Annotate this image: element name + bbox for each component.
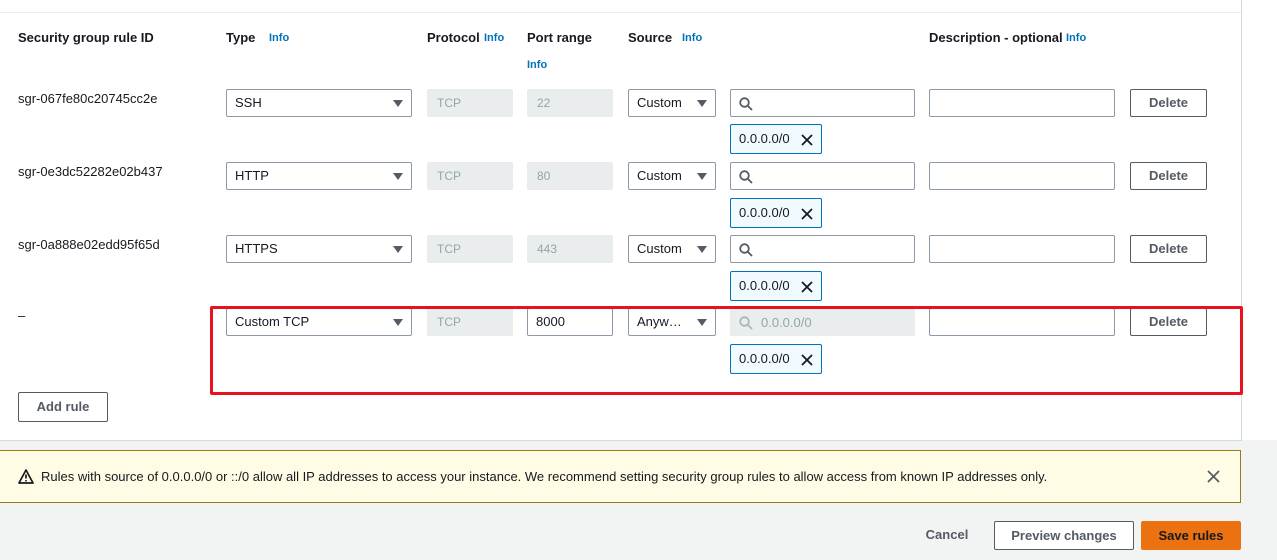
source-type-value: Custom [637,95,682,110]
source-type-value: Custom [637,241,682,256]
delete-button[interactable]: Delete [1130,162,1207,190]
protocol-field: TCP [427,162,513,190]
search-icon [739,97,753,111]
caret-down-icon [697,173,707,180]
header-port-range: Port range [527,30,593,45]
type-select[interactable]: HTTP [226,162,412,190]
remove-token-icon[interactable] [801,134,813,146]
description-input[interactable] [929,162,1115,190]
caret-down-icon [393,100,403,107]
header-type: Type [226,30,256,45]
type-select-value: HTTP [235,168,269,183]
warning-text: Rules with source of 0.0.0.0/0 or ::/0 a… [41,469,1048,484]
caret-down-icon [393,246,403,253]
search-icon [739,243,753,257]
source-search-input[interactable] [730,235,915,263]
cidr-token-value: 0.0.0.0/0 [739,131,790,146]
header-description: Description - optional [929,30,1063,45]
protocol-info-link[interactable]: Info [484,32,504,44]
cidr-token: 0.0.0.0/0 [730,124,822,154]
source-type-select[interactable]: Custom [628,89,716,117]
save-rules-button[interactable]: Save rules [1141,521,1241,550]
delete-button[interactable]: Delete [1130,235,1207,263]
highlight-box [210,306,1243,395]
port-range-field: 80 [527,162,613,190]
panel-top-divider [0,12,1241,13]
type-select-value: HTTPS [235,241,278,256]
protocol-field: TCP [427,89,513,117]
description-info-link[interactable]: Info [1066,32,1086,44]
source-search-input[interactable] [730,162,915,190]
cidr-token: 0.0.0.0/0 [730,198,822,228]
remove-token-icon[interactable] [801,208,813,220]
source-type-value: Custom [637,168,682,183]
description-input[interactable] [929,235,1115,263]
port-range-info-link[interactable]: Info [527,59,547,71]
port-range-field: 443 [527,235,613,263]
header-source: Source [628,30,673,45]
port-range-field: 22 [527,89,613,117]
caret-down-icon [697,246,707,253]
rule-id: – [18,308,26,323]
type-info-link[interactable]: Info [269,32,289,44]
preview-changes-button[interactable]: Preview changes [994,521,1134,550]
caret-down-icon [697,100,707,107]
source-type-select[interactable]: Custom [628,235,716,263]
cidr-token: 0.0.0.0/0 [730,271,822,301]
type-select-value: SSH [235,95,262,110]
delete-button[interactable]: Delete [1130,89,1207,117]
close-icon[interactable] [1207,470,1220,483]
add-rule-button[interactable]: Add rule [18,392,108,422]
caret-down-icon [393,173,403,180]
cidr-token-value: 0.0.0.0/0 [739,205,790,220]
type-select[interactable]: HTTPS [226,235,412,263]
remove-token-icon[interactable] [801,281,813,293]
cancel-button[interactable]: Cancel [918,521,976,550]
source-info-link[interactable]: Info [682,32,702,44]
source-type-select[interactable]: Custom [628,162,716,190]
source-search-input[interactable] [730,89,915,117]
warning-banner: Rules with source of 0.0.0.0/0 or ::/0 a… [0,450,1241,503]
rule-id: sgr-0e3dc52282e02b437 [18,164,163,179]
warning-icon [18,469,34,484]
rule-id: sgr-067fe80c20745cc2e [18,91,158,106]
search-icon [739,170,753,184]
header-protocol: Protocol [427,30,480,45]
cidr-token-value: 0.0.0.0/0 [739,278,790,293]
header-rule-id: Security group rule ID [18,30,154,45]
protocol-field: TCP [427,235,513,263]
description-input[interactable] [929,89,1115,117]
rule-id: sgr-0a888e02edd95f65d [18,237,160,252]
type-select[interactable]: SSH [226,89,412,117]
scrollbar[interactable] [1241,0,1277,440]
